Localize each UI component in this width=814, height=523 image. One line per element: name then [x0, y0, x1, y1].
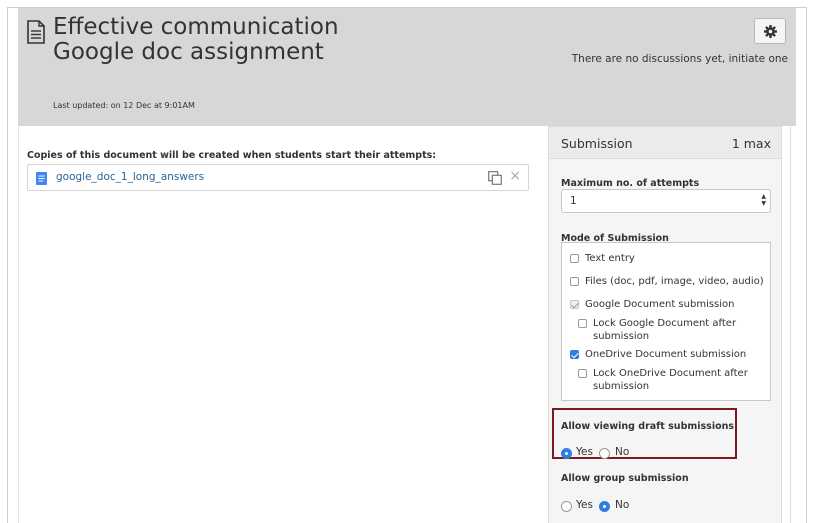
document-file-row: google_doc_1_long_answers × [27, 164, 529, 191]
google-doc-label: Google Document submission [585, 299, 735, 310]
discussions-text[interactable]: There are no discussions yet, initiate o… [572, 53, 788, 65]
lock-google-checkbox[interactable] [578, 319, 587, 328]
lock-onedrive-label: Lock OneDrive Document after submission [593, 368, 748, 392]
document-link[interactable]: google_doc_1_long_answers [56, 171, 204, 183]
submission-max: 1 max [731, 136, 771, 151]
document-panel: Copies of this document will be created … [18, 126, 542, 523]
submission-title: Submission [561, 136, 633, 151]
onedrive-label: OneDrive Document submission [585, 349, 747, 360]
lock-google-label: Lock Google Document after submission [593, 318, 737, 342]
text-entry-label: Text entry [585, 253, 635, 264]
text-entry-checkbox[interactable] [570, 254, 579, 263]
attempts-label: Maximum no. of attempts [561, 178, 700, 189]
google-doc-icon [36, 172, 47, 185]
right-divider [790, 126, 791, 523]
draft-yes-radio[interactable] [561, 448, 572, 459]
attempts-value: 1 [570, 195, 577, 207]
group-yes-label[interactable]: Yes [576, 499, 593, 511]
document-icon [27, 20, 45, 44]
draft-label: Allow viewing draft submissions [561, 421, 735, 432]
submission-panel: Submission 1 max Maximum no. of attempts… [548, 126, 782, 523]
files-checkbox[interactable] [570, 277, 579, 286]
last-updated: Last updated: on 12 Dec at 9:01AM [53, 101, 195, 110]
google-doc-checkbox[interactable] [570, 300, 579, 309]
group-no-label[interactable]: No [615, 499, 629, 511]
page-title: Effective communication Google doc assig… [53, 14, 339, 65]
settings-button[interactable] [754, 18, 786, 44]
onedrive-checkbox[interactable] [570, 350, 579, 359]
gear-icon [763, 24, 777, 38]
lock-onedrive-checkbox[interactable] [578, 369, 587, 378]
files-label: Files (doc, pdf, image, video, audio) [585, 276, 764, 287]
remove-document-icon[interactable]: × [509, 168, 521, 184]
draft-yes-label[interactable]: Yes [576, 446, 593, 458]
page-header: Effective communication Google doc assig… [18, 8, 796, 126]
group-label: Allow group submission [561, 473, 689, 484]
group-yes-radio[interactable] [561, 501, 572, 512]
assignment-window: Effective communication Google doc assig… [7, 7, 807, 523]
group-no-radio[interactable] [599, 501, 610, 512]
select-arrows-icon: ▲ ▼ [761, 193, 766, 207]
submission-header: Submission 1 max [549, 127, 781, 159]
mode-options: Text entry Files (doc, pdf, image, video… [561, 242, 771, 401]
copy-icon[interactable] [488, 171, 502, 185]
draft-no-label[interactable]: No [615, 446, 629, 458]
copies-label: Copies of this document will be created … [27, 150, 437, 161]
draft-no-radio[interactable] [599, 448, 610, 459]
attempts-select[interactable]: 1 ▲ ▼ [561, 189, 771, 213]
